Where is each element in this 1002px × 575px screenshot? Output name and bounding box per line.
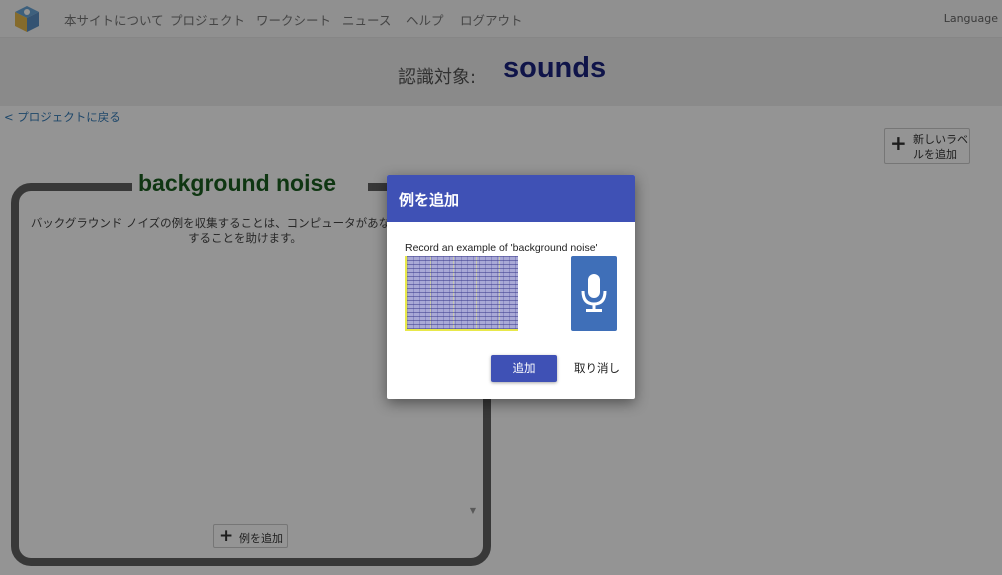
recording-spectrogram [405,256,518,331]
record-prompt: Record an example of 'background noise' [405,242,598,254]
microphone-icon [581,274,607,312]
dialog-title: 例を追加 [399,191,460,209]
record-microphone-button[interactable] [571,256,617,331]
dialog-header: 例を追加 [387,175,635,222]
add-example-dialog: 例を追加 Record an example of 'background no… [387,175,635,399]
dialog-cancel-button[interactable]: 取り消し [571,355,623,382]
dialog-add-button[interactable]: 追加 [491,355,557,382]
